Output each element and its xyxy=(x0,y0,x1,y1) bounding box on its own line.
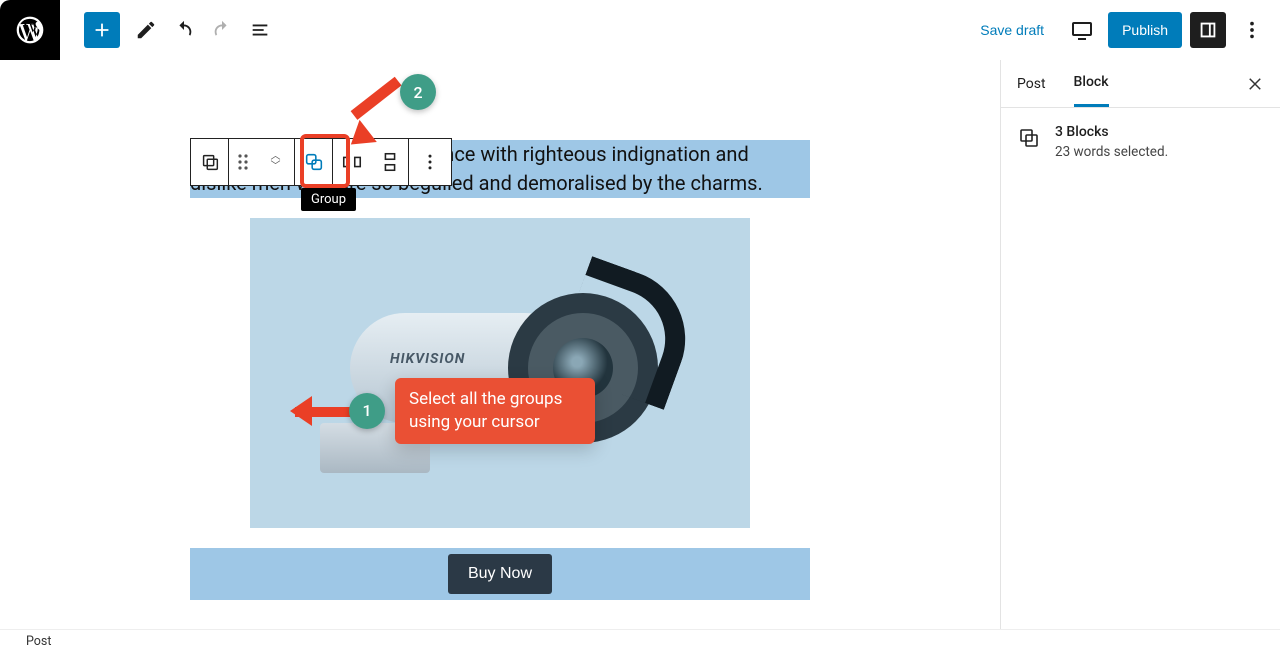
block-toolbar: ︿ ﹀ xyxy=(190,138,452,186)
sidebar-tabs: Post Block xyxy=(1001,60,1280,108)
plus-icon xyxy=(91,19,113,41)
publish-button[interactable]: Publish xyxy=(1108,12,1182,48)
kebab-icon xyxy=(420,152,440,172)
tab-block[interactable]: Block xyxy=(1074,60,1109,107)
editor-top-bar: Save draft Publish xyxy=(0,0,1280,60)
settings-toggle-button[interactable] xyxy=(1190,12,1226,48)
selected-image-block[interactable]: HIKVISION xyxy=(250,218,750,528)
edit-mode-button[interactable] xyxy=(128,12,164,48)
redo-button[interactable] xyxy=(204,12,240,48)
block-info-title: 3 Blocks xyxy=(1055,124,1168,140)
group-button[interactable] xyxy=(295,139,333,185)
save-draft-button[interactable]: Save draft xyxy=(968,14,1056,46)
preview-button[interactable] xyxy=(1064,12,1100,48)
annotation-arrow-2 xyxy=(336,100,406,160)
block-options-button[interactable] xyxy=(409,139,451,185)
selected-button-block[interactable]: Buy Now xyxy=(190,548,810,600)
list-view-icon xyxy=(249,19,271,41)
editor-canvas[interactable]: ︿ ﹀ Group xyxy=(0,60,1000,653)
buy-now-button[interactable]: Buy Now xyxy=(448,554,552,594)
redo-icon xyxy=(211,19,233,41)
drag-icon xyxy=(236,153,250,171)
kebab-icon xyxy=(1241,19,1263,41)
undo-icon xyxy=(173,19,195,41)
close-sidebar-button[interactable] xyxy=(1246,75,1264,93)
wordpress-logo[interactable] xyxy=(0,0,60,60)
block-movers[interactable]: ︿ ﹀ xyxy=(257,139,295,185)
settings-sidebar: Post Block 3 Blocks 23 words selected. xyxy=(1000,60,1280,653)
block-type-button[interactable] xyxy=(191,139,229,185)
group-tooltip: Group xyxy=(301,188,356,211)
close-icon xyxy=(1246,75,1264,93)
editor-footer: Post xyxy=(0,629,1280,653)
image-brand-label: HIKVISION xyxy=(390,351,465,367)
pencil-icon xyxy=(135,19,157,41)
wordpress-icon xyxy=(14,14,46,46)
list-view-button[interactable] xyxy=(242,12,278,48)
drag-handle[interactable] xyxy=(229,139,257,185)
sidebar-icon xyxy=(1197,19,1219,41)
annotation-step-2: 2 xyxy=(400,74,436,110)
step-badge: 1 xyxy=(349,393,385,429)
tab-post[interactable]: Post xyxy=(1017,62,1046,106)
add-block-button[interactable] xyxy=(84,12,120,48)
annotation-arrow-1 xyxy=(279,398,355,424)
block-info-subtitle: 23 words selected. xyxy=(1055,144,1168,160)
annotation-step-1: 1 Select all the groups using your curso… xyxy=(279,378,595,444)
annotation-callout: Select all the groups using your cursor xyxy=(395,378,595,444)
multi-block-icon xyxy=(1017,126,1041,150)
copy-icon xyxy=(199,151,221,173)
step-badge: 2 xyxy=(400,74,436,110)
options-button[interactable] xyxy=(1234,12,1270,48)
chevron-down-icon: ﹀ xyxy=(271,162,281,172)
group-icon xyxy=(303,151,325,173)
breadcrumb[interactable]: Post xyxy=(26,634,51,649)
desktop-icon xyxy=(1070,18,1094,42)
undo-button[interactable] xyxy=(166,12,202,48)
block-info-panel: 3 Blocks 23 words selected. xyxy=(1001,108,1280,176)
